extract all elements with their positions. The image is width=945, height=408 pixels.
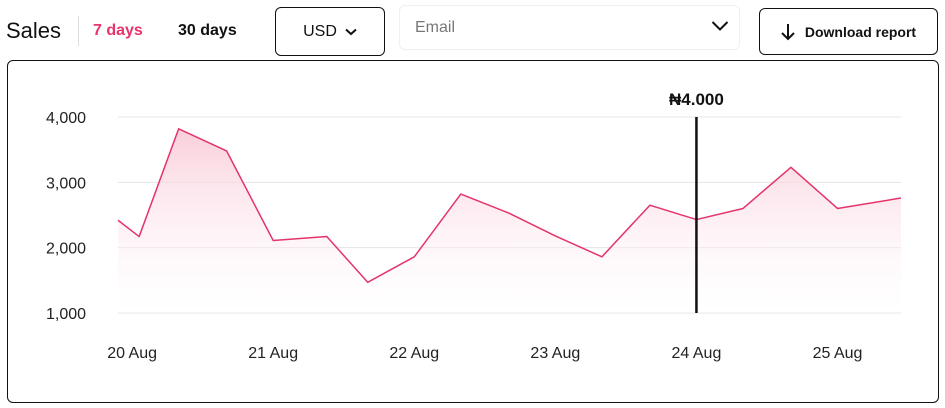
tab-7-days[interactable]: 7 days [93, 22, 143, 40]
x-tick-label: 25 Aug [813, 345, 863, 362]
data-point [225, 149, 228, 152]
data-point [900, 197, 903, 200]
arrow-down-icon [781, 23, 795, 40]
toolbar: Sales 7 days 30 days USD Email Download … [0, 0, 945, 60]
y-tick-label: 1,000 [46, 306, 86, 323]
page-title: Sales [6, 18, 62, 43]
x-tick-label: 20 Aug [107, 345, 157, 362]
data-point [741, 207, 744, 210]
y-tick-label: 3,000 [46, 175, 86, 192]
data-point [325, 235, 328, 238]
data-point [177, 127, 180, 130]
data-point [507, 212, 510, 215]
x-tick-label: 21 Aug [248, 345, 298, 362]
data-point [117, 219, 120, 222]
data-point [648, 204, 651, 207]
currency-select[interactable]: USD [275, 7, 385, 56]
chevron-down-icon [345, 28, 357, 35]
x-tick-label: 22 Aug [389, 345, 439, 362]
data-point [554, 234, 557, 237]
x-tick-label: 23 Aug [530, 345, 580, 362]
series-area [118, 128, 901, 313]
sales-chart-card: 1,000 2,000 3,000 4,000 20 Aug 21 Aug 22 Aug 23… [7, 60, 939, 403]
chevron-down-icon [711, 21, 729, 31]
x-tick-label: 24 Aug [672, 345, 722, 362]
data-point [789, 166, 792, 169]
data-point [138, 235, 141, 238]
y-tick-label: 2,000 [46, 241, 86, 258]
download-report-button[interactable]: Download report [759, 8, 938, 55]
title-divider [78, 16, 79, 46]
email-filter-select[interactable]: Email [399, 5, 740, 50]
download-report-label: Download report [804, 23, 917, 40]
data-point [413, 255, 416, 258]
hover-marker-label: ₦4.000 [669, 90, 724, 109]
data-point [459, 193, 462, 196]
email-filter-placeholder: Email [415, 19, 456, 36]
tab-30-days[interactable]: 30 days [178, 22, 237, 40]
data-point [366, 281, 369, 284]
currency-value: USD [303, 22, 337, 40]
y-tick-label: 4,000 [46, 110, 86, 127]
data-point [600, 255, 603, 258]
data-point [836, 207, 839, 210]
sales-chart: 1,000 2,000 3,000 4,000 20 Aug 21 Aug 22 Aug 23… [46, 90, 903, 362]
data-point [272, 239, 275, 242]
